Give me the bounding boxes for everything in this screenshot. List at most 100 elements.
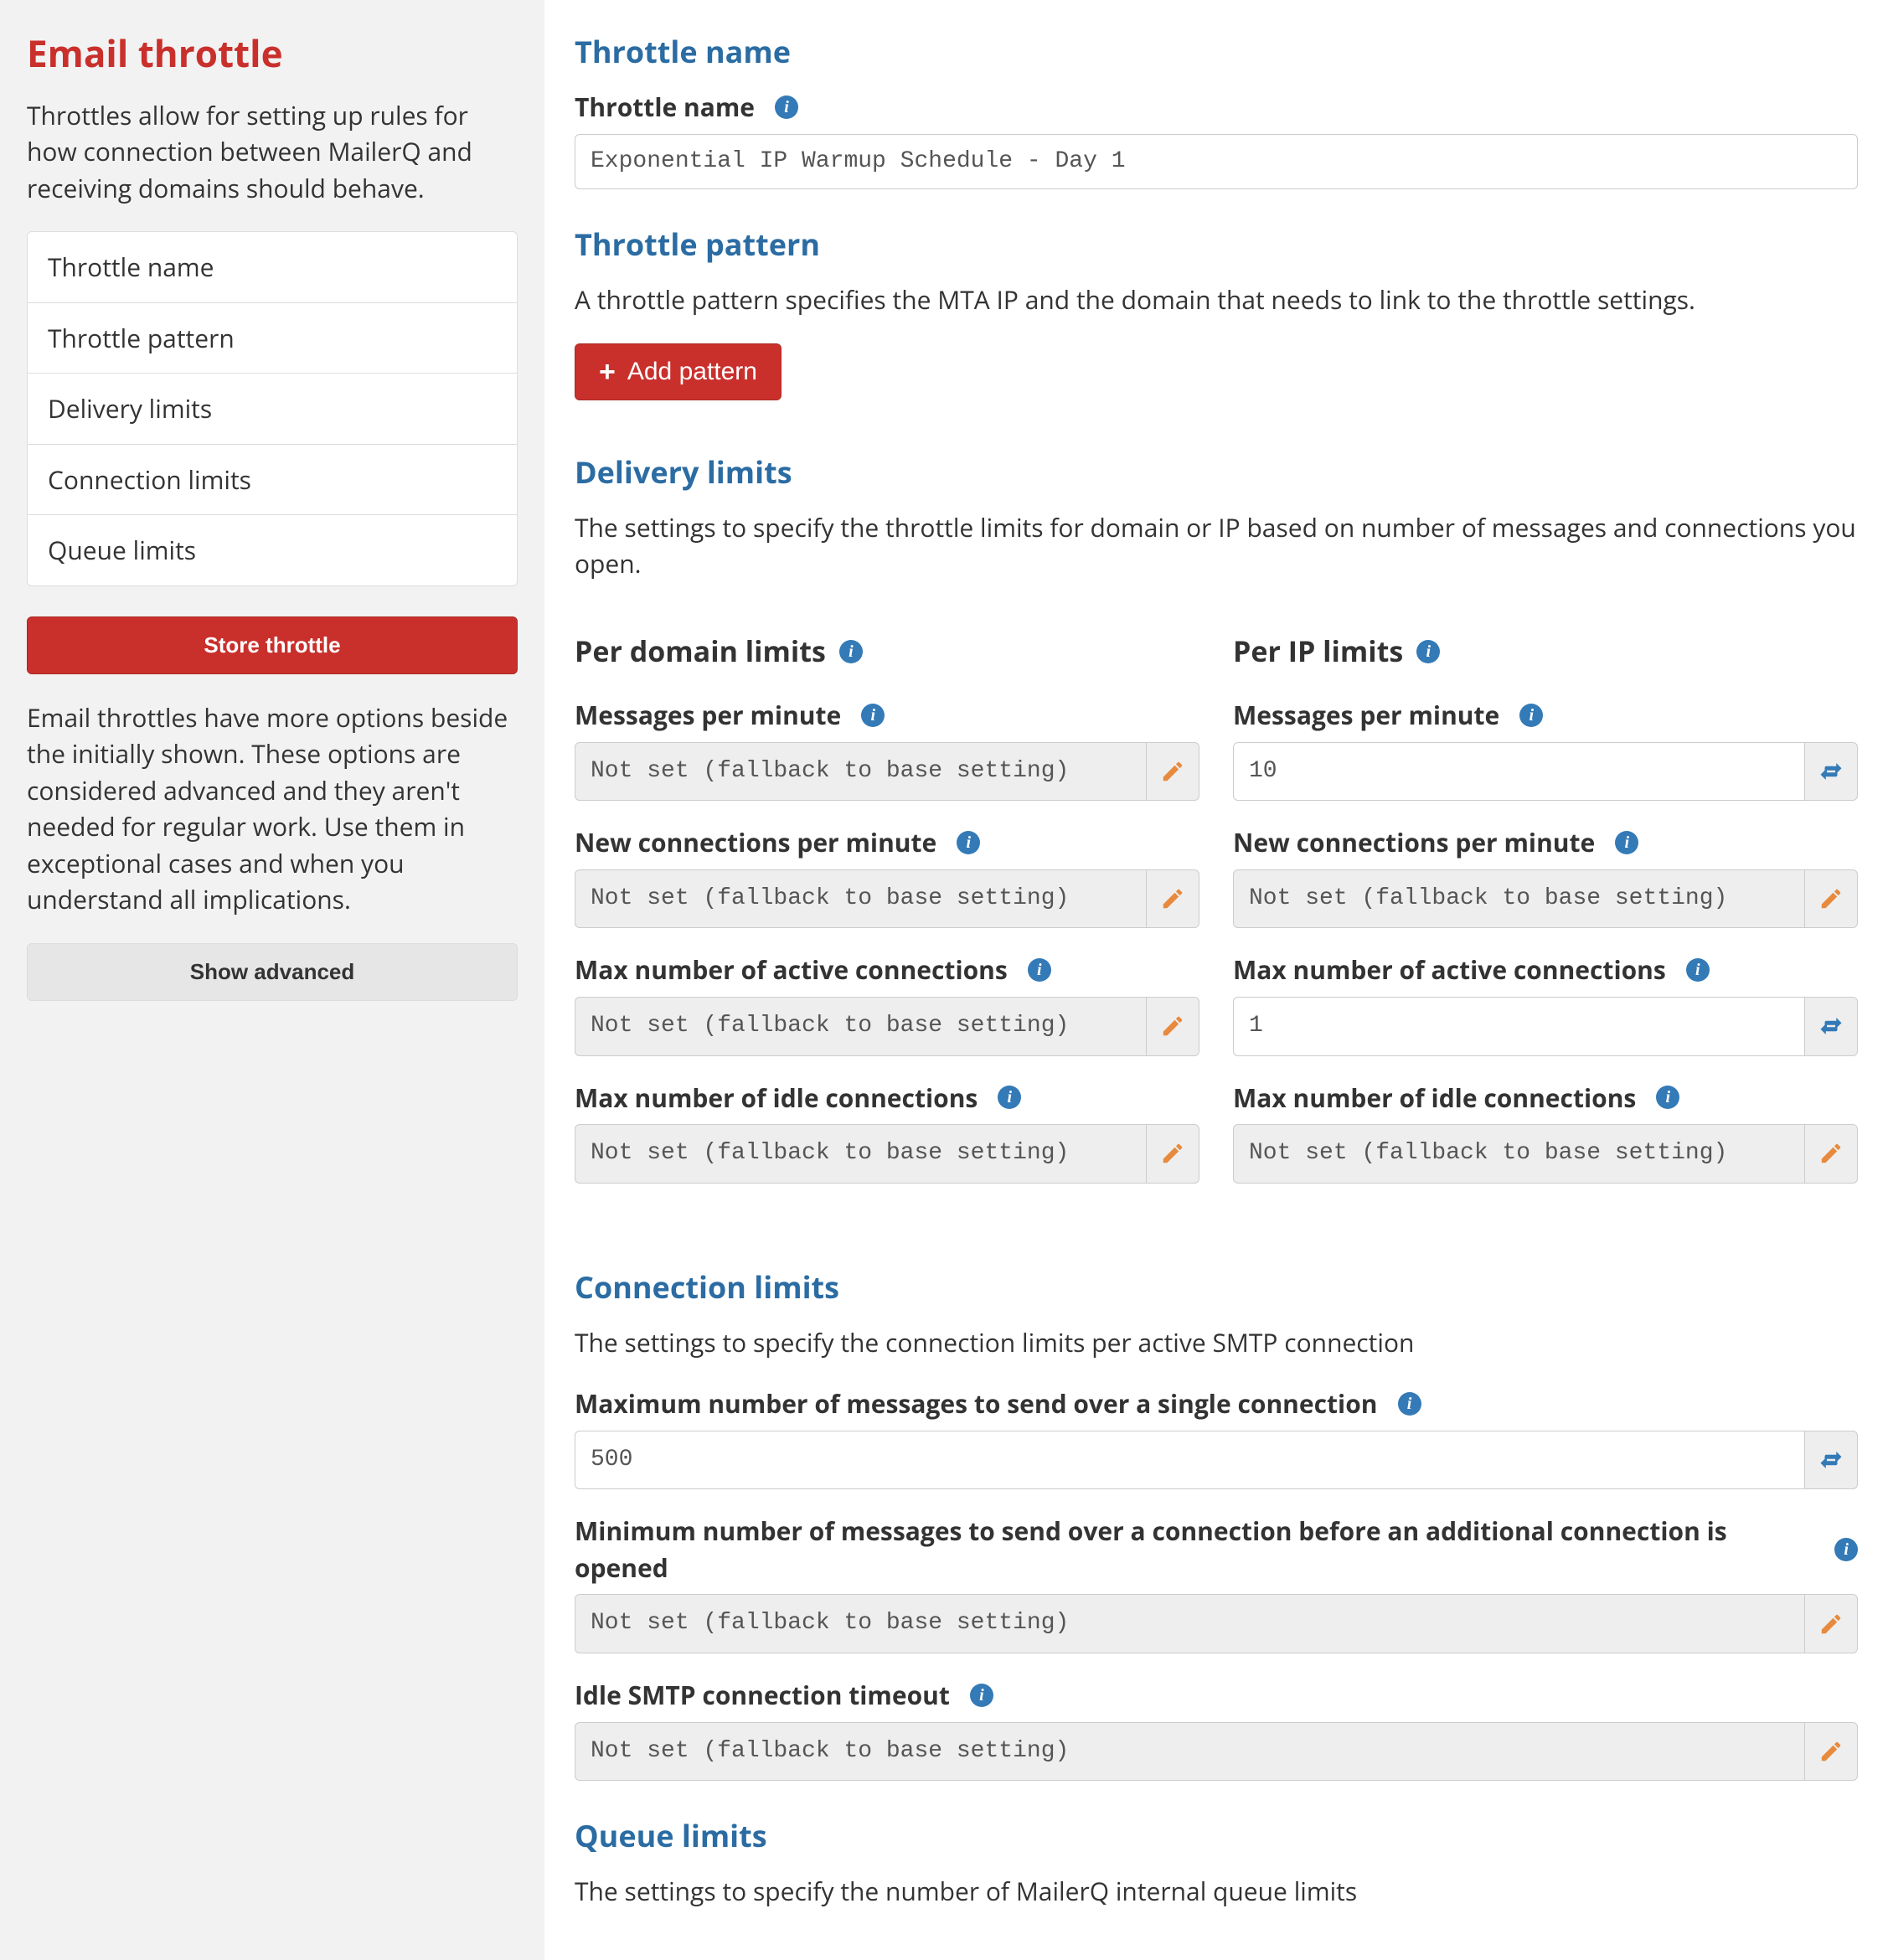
edit-button[interactable] [1146,742,1199,802]
ip-max-idle-label: Max number of idle connections i [1233,1080,1858,1117]
main-content: Throttle name Throttle name i Throttle p… [544,0,1888,1960]
label-text: Messages per minute [575,697,841,734]
info-icon[interactable]: i [1834,1538,1858,1561]
domain-new-conn-input[interactable]: Not set (fallback to base setting) [575,869,1146,929]
edit-button[interactable] [1146,997,1199,1056]
info-icon[interactable]: i [1615,831,1638,854]
max-msgs-single-conn-input[interactable]: 500 [575,1431,1804,1490]
section-queue-limits-heading: Queue limits [575,1814,1858,1858]
info-icon[interactable]: i [1519,704,1543,727]
min-msgs-before-additional-input[interactable]: Not set (fallback to base setting) [575,1594,1804,1653]
pencil-icon [1160,1014,1185,1039]
pencil-icon [1160,886,1185,911]
pencil-icon [1818,1612,1844,1637]
min-msgs-before-additional-label: Minimum number of messages to send over … [575,1513,1858,1586]
domain-new-conn-label: New connections per minute i [575,824,1199,861]
add-pattern-button[interactable]: + Add pattern [575,343,782,400]
repeat-icon [1818,1014,1844,1039]
per-domain-heading: Per domain limits i [575,631,1199,672]
throttle-name-label-text: Throttle name [575,89,755,126]
nav-throttle-pattern[interactable]: Throttle pattern [28,303,517,374]
sidebar-nav: Throttle name Throttle pattern Delivery … [27,231,518,586]
per-ip-column: Per IP limits i Messages per minute i 10 [1233,616,1858,1207]
nav-queue-limits[interactable]: Queue limits [28,515,517,585]
domain-msgs-per-min-label: Messages per minute i [575,697,1199,734]
repeat-icon [1818,1447,1844,1473]
pencil-icon [1160,1141,1185,1166]
label-text: Messages per minute [1233,697,1499,734]
edit-button[interactable] [1804,1124,1858,1184]
info-icon[interactable]: i [861,704,885,727]
ip-msgs-per-min-input[interactable]: 10 [1233,742,1804,802]
ip-new-conn-input[interactable]: Not set (fallback to base setting) [1233,869,1804,929]
edit-button[interactable] [1804,1722,1858,1782]
pencil-icon [1160,759,1185,784]
domain-max-active-label: Max number of active connections i [575,952,1199,988]
ip-msgs-per-min-label: Messages per minute i [1233,697,1858,734]
reset-button[interactable] [1804,997,1858,1056]
sidebar-intro: Throttles allow for setting up rules for… [27,97,518,207]
info-icon[interactable]: i [957,831,980,854]
reset-button[interactable] [1804,1431,1858,1490]
idle-smtp-timeout-label: Idle SMTP connection timeout i [575,1677,1858,1714]
label-text: Maximum number of messages to send over … [575,1385,1378,1422]
throttle-name-input[interactable] [575,134,1858,189]
label-text: New connections per minute [1233,824,1595,861]
edit-button[interactable] [1146,869,1199,929]
info-icon[interactable]: i [775,95,798,119]
nav-delivery-limits[interactable]: Delivery limits [28,374,517,445]
ip-max-idle-input[interactable]: Not set (fallback to base setting) [1233,1124,1804,1184]
connection-limits-desc: The settings to specify the connection l… [575,1324,1858,1361]
edit-button[interactable] [1804,869,1858,929]
nav-throttle-name[interactable]: Throttle name [28,232,517,303]
info-icon[interactable]: i [1028,958,1051,982]
info-icon[interactable]: i [1416,640,1440,663]
info-icon[interactable]: i [1686,958,1710,982]
ip-new-conn-label: New connections per minute i [1233,824,1858,861]
edit-button[interactable] [1804,1594,1858,1653]
domain-max-idle-label: Max number of idle connections i [575,1080,1199,1117]
add-pattern-label: Add pattern [627,358,757,386]
store-throttle-button[interactable]: Store throttle [27,616,518,674]
reset-button[interactable] [1804,742,1858,802]
nav-connection-limits[interactable]: Connection limits [28,445,517,516]
label-text: Max number of active connections [1233,952,1666,988]
show-advanced-button[interactable]: Show advanced [27,943,518,1001]
advanced-description: Email throttles have more options beside… [27,699,518,918]
ip-max-active-input[interactable]: 1 [1233,997,1804,1056]
throttle-name-label: Throttle name i [575,89,1858,126]
info-icon[interactable]: i [839,640,863,663]
info-icon[interactable]: i [998,1086,1021,1109]
sidebar-title: Email throttle [27,27,518,80]
label-text: Max number of idle connections [575,1080,978,1117]
plus-icon: + [599,358,616,386]
section-throttle-pattern-heading: Throttle pattern [575,223,1858,266]
info-icon[interactable]: i [1398,1392,1421,1416]
sidebar: Email throttle Throttles allow for setti… [0,0,544,1960]
queue-limits-desc: The settings to specify the number of Ma… [575,1873,1858,1910]
ip-max-active-label: Max number of active connections i [1233,952,1858,988]
label-text: Idle SMTP connection timeout [575,1677,950,1714]
info-icon[interactable]: i [970,1684,993,1707]
domain-max-active-input[interactable]: Not set (fallback to base setting) [575,997,1146,1056]
throttle-pattern-desc: A throttle pattern specifies the MTA IP … [575,281,1858,318]
delivery-limits-desc: The settings to specify the throttle lim… [575,509,1858,582]
per-domain-column: Per domain limits i Messages per minute … [575,616,1199,1207]
idle-smtp-timeout-input[interactable]: Not set (fallback to base setting) [575,1722,1804,1782]
per-domain-heading-text: Per domain limits [575,631,826,672]
edit-button[interactable] [1146,1124,1199,1184]
label-text: New connections per minute [575,824,936,861]
per-ip-heading: Per IP limits i [1233,631,1858,672]
section-delivery-limits-heading: Delivery limits [575,451,1858,494]
info-icon[interactable]: i [1656,1086,1679,1109]
pencil-icon [1818,886,1844,911]
domain-msgs-per-min-input[interactable]: Not set (fallback to base setting) [575,742,1146,802]
max-msgs-single-conn-label: Maximum number of messages to send over … [575,1385,1858,1422]
repeat-icon [1818,759,1844,784]
label-text: Max number of idle connections [1233,1080,1636,1117]
label-text: Minimum number of messages to send over … [575,1513,1814,1586]
section-connection-limits-heading: Connection limits [575,1266,1858,1309]
domain-max-idle-input[interactable]: Not set (fallback to base setting) [575,1124,1146,1184]
label-text: Max number of active connections [575,952,1008,988]
section-throttle-name-heading: Throttle name [575,30,1858,74]
